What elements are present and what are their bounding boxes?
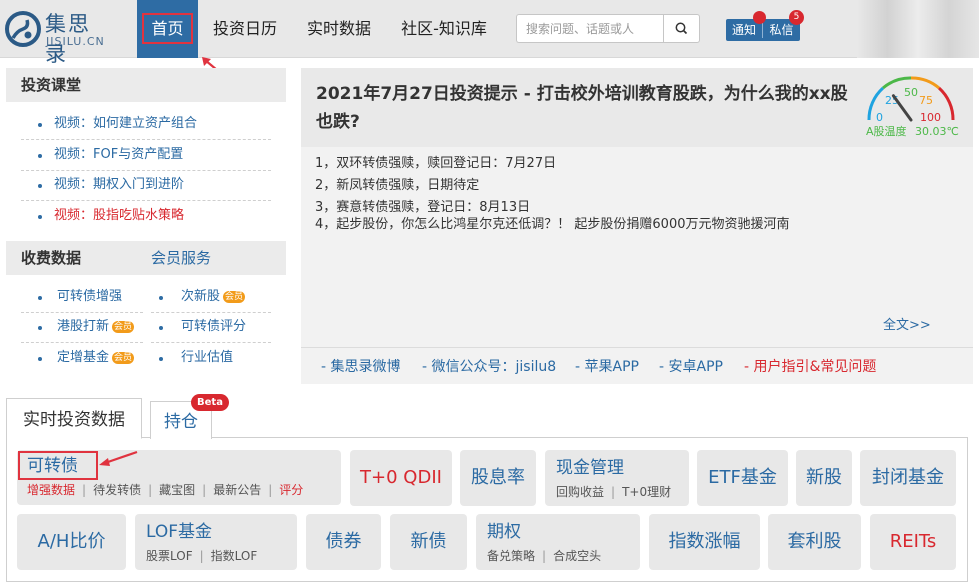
highlight-box: [142, 13, 193, 44]
site-logo[interactable]: 集思录 JISILU.CN: [5, 6, 110, 66]
tile-new-stock[interactable]: 新股: [796, 450, 852, 506]
paid-data-link[interactable]: 行业估值: [151, 343, 271, 374]
tile-option[interactable]: 期权 备兑策略 | 合成空头: [476, 514, 640, 570]
tile-arbitrage-stock[interactable]: 套利股: [768, 514, 861, 570]
paid-data-section-title: 收费数据 会员服务: [6, 241, 286, 275]
market-temperature-gauge[interactable]: 0 25 50 75 100 A股温度 30.03℃: [861, 70, 967, 140]
tab-realtime-investment-data[interactable]: 实时投资数据: [6, 398, 142, 439]
member-service-link[interactable]: 会员服务: [151, 241, 211, 275]
quick-links: - 集思录微博 - 微信公众号：jisilu8 - 苹果APP - 安卓APP …: [301, 347, 973, 384]
tile-lof-fund[interactable]: LOF基金 股票LOF | 指数LOF: [135, 514, 297, 570]
logo-mark-icon: [5, 11, 41, 47]
link-label: 次新股: [181, 289, 221, 304]
tile-bond[interactable]: 债券: [306, 514, 381, 570]
tile-sub-links: 股票LOF | 指数LOF: [146, 549, 258, 563]
highlight-box: [18, 451, 98, 480]
gauge-caption: A股温度: [866, 124, 907, 138]
course-link[interactable]: 视频：如何建立资产组合: [21, 109, 271, 140]
link-label: 行业估值: [181, 350, 234, 365]
gauge-tick: 75: [919, 94, 933, 107]
paid-data-link[interactable]: 定增基金 会员: [21, 343, 143, 374]
tile-label: LOF基金: [146, 522, 213, 542]
tile-closed-fund[interactable]: 封闭基金: [860, 450, 956, 506]
beta-badge: Beta: [191, 394, 229, 411]
notification-badge: [753, 11, 766, 24]
tile-sub-links: 回购收益 | T+0理财: [556, 485, 672, 499]
user-guide-link[interactable]: - 用户指引&常见问题: [744, 356, 876, 376]
paid-data-link[interactable]: 港股打新 会员: [21, 312, 143, 343]
sub-link-index-lof[interactable]: 指数LOF: [211, 549, 258, 563]
tile-sub-links: 增强数据 | 待发转债 | 藏宝图 | 最新公告 | 评分: [27, 483, 304, 497]
tile-ah-ratio[interactable]: A/H比价: [17, 514, 126, 570]
paid-data-link[interactable]: 可转债增强: [21, 282, 143, 313]
sub-link-t0-finance[interactable]: T+0理财: [622, 485, 671, 499]
vip-badge: 会员: [112, 352, 135, 364]
paid-data-link[interactable]: 次新股 会员: [151, 282, 271, 313]
sub-link-enhanced-data[interactable]: 增强数据: [27, 483, 75, 497]
course-link[interactable]: 视频：期权入门到进阶: [21, 170, 271, 201]
gauge-value: 30.03℃: [915, 125, 959, 138]
sub-link-treasure-map[interactable]: 藏宝图: [159, 483, 195, 497]
data-tabs: 实时投资数据 持仓: [6, 398, 968, 439]
search-icon: [675, 22, 688, 35]
gauge-tick: 50: [904, 86, 918, 99]
tile-etf-fund[interactable]: ETF基金: [697, 450, 788, 506]
sub-link-covered-call[interactable]: 备兑策略: [487, 549, 535, 563]
user-avatar-area[interactable]: [857, 0, 979, 58]
tile-index-change[interactable]: 指数涨幅: [649, 514, 760, 570]
news-item: 1，双环转债强赎，赎回登记日：7月27日: [315, 156, 557, 171]
tile-label: 期权: [487, 522, 521, 542]
tile-dividend-yield[interactable]: 股息率: [460, 450, 536, 506]
tile-new-bond[interactable]: 新债: [390, 514, 467, 570]
logo-domain: JISILU.CN: [46, 35, 105, 48]
news-item: 4，起步股份，你怎么比鸿星尔克还低调？！ 起步股份捐赠6000万元物资驰援河南: [315, 217, 790, 232]
tile-sub-links: 备兑策略 | 合成空头: [487, 549, 602, 563]
android-app-link[interactable]: - 安卓APP: [659, 356, 723, 376]
vip-badge: 会员: [223, 291, 246, 303]
wechat-link[interactable]: - 微信公众号：jisilu8: [422, 356, 556, 376]
news-title[interactable]: 2021年7月27日投资提示 - 打击校外培训教育股跌，为什么我的xx股也跌?: [316, 80, 858, 136]
link-label: 定增基金: [57, 350, 110, 365]
sub-link-score[interactable]: 评分: [279, 483, 303, 497]
link-label: 港股打新: [57, 319, 110, 334]
nav-home[interactable]: 首页: [137, 0, 198, 58]
sub-link-synthetic-short[interactable]: 合成空头: [553, 549, 601, 563]
sub-link-pending-bonds[interactable]: 待发转债: [93, 483, 141, 497]
gauge-needle: [891, 94, 913, 122]
sub-link-stock-lof[interactable]: 股票LOF: [146, 549, 193, 563]
read-more-link[interactable]: 全文>>: [883, 314, 931, 333]
link-label: 可转债增强: [57, 289, 123, 304]
paid-data-link[interactable]: 可转债评分: [151, 312, 271, 343]
top-navigation-bar: 集思录 JISILU.CN 首页 投资日历 实时数据 社区-知识库 通知 私信 …: [0, 0, 979, 66]
nav-community-knowledge[interactable]: 社区-知识库: [392, 0, 496, 58]
weibo-link[interactable]: - 集思录微博: [321, 356, 401, 376]
news-item: 2，新凤转债强赎，日期待定: [315, 178, 480, 193]
nav-investment-calendar[interactable]: 投资日历: [206, 0, 284, 58]
search-button[interactable]: [663, 14, 700, 43]
tile-label: 现金管理: [556, 458, 624, 478]
annotation-arrow-icon: [99, 450, 138, 466]
gauge-tick: 100: [920, 111, 941, 124]
search-input[interactable]: [516, 14, 663, 43]
tile-t0-qdii[interactable]: T+0 QDII: [350, 450, 452, 506]
course-link[interactable]: 视频：FOF与资产配置: [21, 140, 271, 171]
left-sidebar: 投资课堂 视频：如何建立资产组合 视频：FOF与资产配置 视频：期权入门到进阶 …: [6, 68, 286, 384]
ios-app-link[interactable]: - 苹果APP: [575, 356, 639, 376]
message-count-badge: 5: [789, 10, 804, 25]
gauge-tick: 0: [876, 111, 883, 124]
course-link[interactable]: 视频：股指吃贴水策略: [21, 201, 271, 232]
nav-realtime-data[interactable]: 实时数据: [300, 0, 378, 58]
link-label: 可转债评分: [181, 319, 247, 334]
course-section-title: 投资课堂: [6, 68, 286, 102]
paid-data-title: 收费数据: [21, 249, 82, 267]
sub-link-latest-notice[interactable]: 最新公告: [213, 483, 261, 497]
tile-reits[interactable]: REITs: [870, 514, 956, 570]
sub-link-repo-yield[interactable]: 回购收益: [556, 485, 604, 499]
vip-badge: 会员: [112, 321, 135, 333]
tile-cash-management[interactable]: 现金管理 回购收益 | T+0理财: [545, 450, 689, 506]
